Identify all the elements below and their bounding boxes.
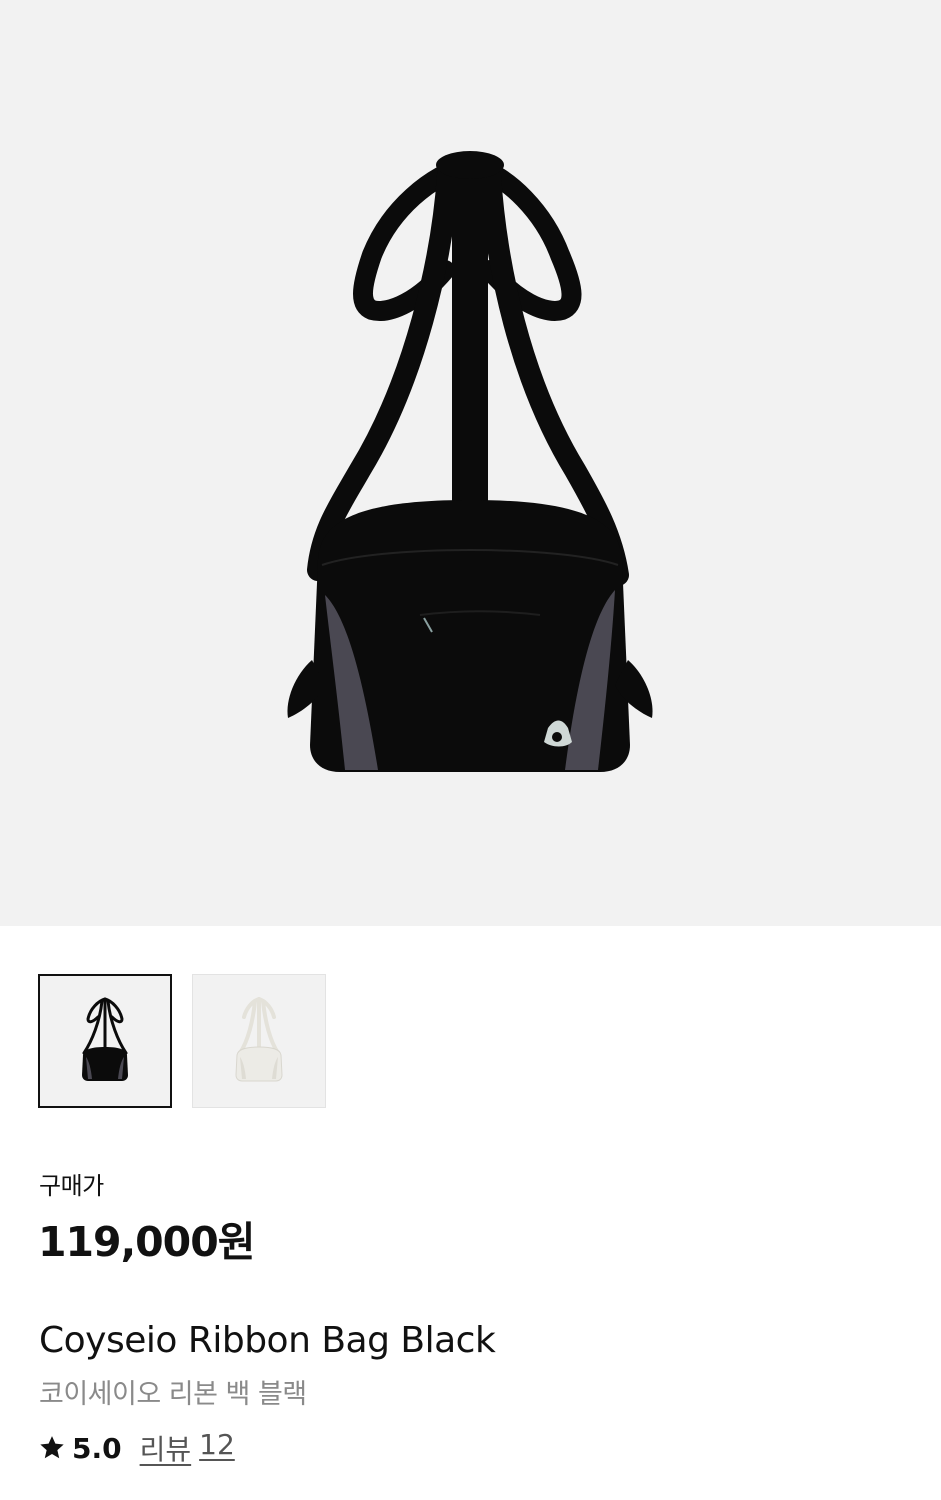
thumbnail-list	[38, 974, 326, 1108]
rating-row: 5.0 리뷰 12	[38, 1428, 235, 1468]
product-name-english: Coyseio Ribbon Bag Black	[39, 1320, 496, 1361]
bag-black-thumbnail-icon	[82, 997, 128, 1081]
product-name-korean: 코이세이오 리본 백 블랙	[39, 1379, 307, 1410]
bag-ivory-thumbnail-icon	[235, 997, 283, 1082]
reviews-count: 12	[199, 1428, 235, 1461]
product-price: 119,000원	[38, 1218, 255, 1266]
reviews-link[interactable]: 리뷰 12	[140, 1428, 235, 1468]
reviews-label: 리뷰	[139, 1433, 192, 1466]
star-icon	[40, 1436, 64, 1459]
price-label: 구매가	[39, 1172, 104, 1200]
product-main-image[interactable]	[0, 0, 941, 926]
bag-black-illustration	[287, 151, 653, 772]
thumbnail-black[interactable]	[38, 974, 172, 1108]
rating-score: 5.0	[72, 1431, 122, 1465]
thumbnail-ivory[interactable]	[192, 974, 326, 1108]
